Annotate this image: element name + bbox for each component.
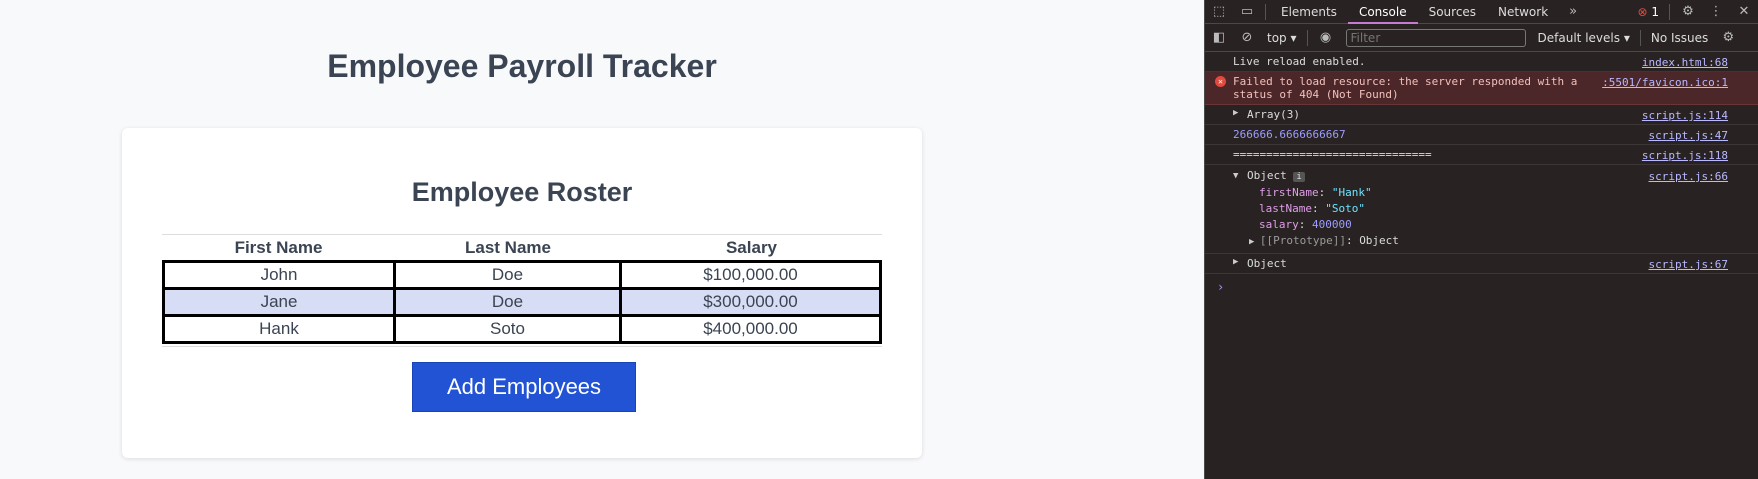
add-employees-button[interactable]: Add Employees <box>412 362 636 412</box>
devtools-panel: ⬚ ▭ Elements Console Sources Network » ⊗… <box>1204 0 1758 479</box>
message-text: Failed to load resource: the server resp… <box>1233 75 1578 101</box>
context-selector[interactable]: top ▾ <box>1261 31 1303 45</box>
console-messages: Live reload enabled. index.html:68 ✕ Fai… <box>1205 52 1758 294</box>
property-key: lastName <box>1259 202 1312 215</box>
table-row: John Doe $100,000.00 <box>165 263 879 287</box>
collapse-triangle-icon[interactable]: ▼ <box>1233 168 1238 184</box>
cell-last-name: Doe <box>396 290 619 314</box>
chevron-down-icon: ▾ <box>1623 30 1630 45</box>
expand-triangle-icon[interactable]: ▶ <box>1233 257 1238 267</box>
console-message[interactable]: ▶ Object script.js:67 <box>1205 254 1758 274</box>
expand-triangle-icon[interactable]: ▶ <box>1249 237 1260 247</box>
sidebar-toggle-icon[interactable]: ◧ <box>1205 30 1233 45</box>
message-source-link[interactable]: script.js:114 <box>1642 109 1728 122</box>
console-message[interactable]: ▶ Array(3) script.js:114 <box>1205 105 1758 125</box>
divider <box>1265 3 1266 20</box>
console-toolbar: ◧ ⊘ top ▾ ◉ Default levels ▾ No Issues ⚙ <box>1205 24 1758 52</box>
inspect-element-icon[interactable]: ⬚ <box>1205 4 1233 19</box>
clear-console-icon[interactable]: ⊘ <box>1233 30 1261 45</box>
roster-card: Employee Roster First Name Last Name Sal… <box>122 128 922 458</box>
app-page: Employee Payroll Tracker Employee Roster… <box>0 0 1204 479</box>
property-value: Object <box>1359 234 1399 247</box>
console-message: Live reload enabled. index.html:68 <box>1205 52 1758 72</box>
property-value: "Soto" <box>1325 202 1365 215</box>
cell-last-name: Soto <box>396 317 619 341</box>
object-label: Object <box>1247 169 1287 182</box>
console-prompt[interactable]: › <box>1205 274 1758 294</box>
console-message-object[interactable]: ▼ Object i script.js:66 firstName: "Hank… <box>1205 165 1758 254</box>
table-header: First Name Last Name Salary <box>162 235 882 260</box>
console-settings-icon[interactable]: ⚙ <box>1714 30 1742 45</box>
message-source-link[interactable]: :5501/favicon.ico:1 <box>1602 76 1728 89</box>
object-property: firstName: "Hank" <box>1259 186 1372 199</box>
employee-table: First Name Last Name Salary John Doe $10… <box>162 234 882 347</box>
property-value: "Hank" <box>1331 186 1372 199</box>
column-header-first-name: First Name <box>234 237 323 257</box>
object-property: lastName: "Soto" <box>1259 202 1365 215</box>
page-title: Employee Payroll Tracker <box>327 48 717 84</box>
console-message: ============================== script.js… <box>1205 145 1758 165</box>
filter-input[interactable] <box>1345 28 1526 47</box>
divider <box>1669 3 1670 20</box>
levels-dropdown[interactable]: Default levels ▾ <box>1532 31 1636 45</box>
error-icon: ✕ <box>1215 76 1226 87</box>
console-error-message: ✕ Failed to load resource: the server re… <box>1205 72 1758 105</box>
column-header-last-name: Last Name <box>465 237 551 257</box>
table-body: John Doe $100,000.00 Jane Doe $300,000.0… <box>162 260 882 344</box>
settings-gear-icon[interactable]: ⚙ <box>1674 4 1702 19</box>
cell-salary: $400,000.00 <box>622 317 879 341</box>
console-message: 266666.6666666667 script.js:47 <box>1205 125 1758 145</box>
object-property: salary: 400000 <box>1259 218 1352 231</box>
error-icon: ⊗ <box>1637 4 1648 19</box>
cell-salary: $100,000.00 <box>622 263 879 287</box>
roster-title: Employee Roster <box>411 177 633 207</box>
tab-sources[interactable]: Sources <box>1418 0 1487 24</box>
message-source-link[interactable]: script.js:66 <box>1649 169 1728 185</box>
cell-last-name: Doe <box>396 263 619 287</box>
devtools-tabbar: ⬚ ▭ Elements Console Sources Network » ⊗… <box>1205 0 1758 24</box>
message-source-link[interactable]: script.js:67 <box>1649 258 1728 271</box>
levels-label: Default levels <box>1537 30 1620 45</box>
eye-icon[interactable]: ◉ <box>1312 30 1340 45</box>
property-key: salary <box>1259 218 1299 231</box>
error-count: 1 <box>1651 4 1659 19</box>
tab-console[interactable]: Console <box>1347 0 1418 24</box>
table-row: Hank Soto $400,000.00 <box>165 317 879 341</box>
issues-indicator[interactable]: No Issues <box>1645 31 1714 45</box>
error-count-badge[interactable]: ⊗ 1 <box>1631 5 1665 19</box>
message-number: 266666.6666666667 <box>1233 128 1346 141</box>
message-text: Array(3) <box>1247 108 1300 121</box>
divider <box>1639 29 1641 46</box>
table-row: Jane Doe $300,000.00 <box>165 290 879 314</box>
device-toolbar-icon[interactable]: ▭ <box>1233 4 1261 19</box>
cell-first-name: John <box>165 263 393 287</box>
divider <box>1306 29 1308 46</box>
tab-elements[interactable]: Elements <box>1270 0 1348 24</box>
chevron-down-icon: ▾ <box>1290 30 1297 45</box>
cell-first-name: Jane <box>165 290 393 314</box>
property-key: [[Prototype]] <box>1259 234 1346 247</box>
more-options-icon[interactable]: ⋮ <box>1702 4 1730 19</box>
tab-network[interactable]: Network <box>1487 0 1559 24</box>
message-source-link[interactable]: script.js:47 <box>1649 129 1728 142</box>
message-text: ============================== <box>1233 148 1432 161</box>
context-value: top <box>1267 30 1287 45</box>
info-icon: i <box>1293 172 1305 182</box>
message-source-link[interactable]: index.html:68 <box>1642 56 1728 69</box>
object-prototype[interactable]: ▶ [[Prototype]]: Object <box>1233 233 1728 250</box>
message-text: Live reload enabled. <box>1233 55 1366 68</box>
expand-triangle-icon[interactable]: ▶ <box>1233 108 1238 118</box>
close-icon[interactable]: ✕ <box>1730 4 1758 19</box>
more-tabs-icon[interactable]: » <box>1559 4 1587 19</box>
column-header-salary: Salary <box>725 237 778 257</box>
property-key: firstName <box>1259 186 1319 199</box>
message-source-link[interactable]: script.js:118 <box>1642 149 1728 162</box>
property-value: 400000 <box>1312 218 1352 231</box>
cell-first-name: Hank <box>165 317 393 341</box>
cell-salary: $300,000.00 <box>622 290 879 314</box>
object-label: Object <box>1247 257 1287 270</box>
